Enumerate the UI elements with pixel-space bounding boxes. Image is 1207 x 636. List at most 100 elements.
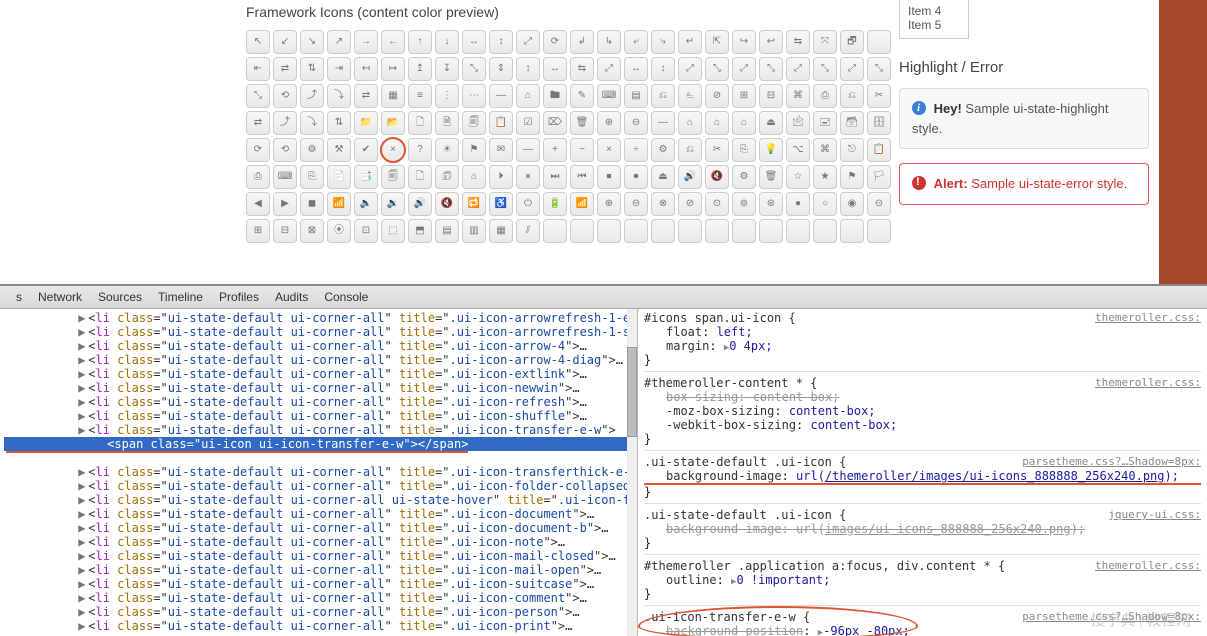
icon-button[interactable]: ↔ xyxy=(462,30,486,54)
icon-button[interactable] xyxy=(840,219,864,243)
icon-button[interactable]: ⎌ xyxy=(651,84,675,108)
dom-row[interactable]: ▶<li class="ui-state-default ui-corner-a… xyxy=(4,325,637,339)
devtools-tab[interactable]: Audits xyxy=(267,288,316,306)
icon-button[interactable]: ⊠ xyxy=(300,219,324,243)
icon-button[interactable]: ≡ xyxy=(408,84,432,108)
icon-button[interactable]: ⊞ xyxy=(246,219,270,243)
icon-button[interactable]: ⋮ xyxy=(435,84,459,108)
icon-button[interactable]: ⌂ xyxy=(678,111,702,135)
icon-button[interactable] xyxy=(867,219,891,243)
icon-button[interactable]: 🗄 xyxy=(867,111,891,135)
icon-button[interactable]: ⌂ xyxy=(732,111,756,135)
css-rule[interactable]: themeroller.css:#themeroller .applicatio… xyxy=(644,559,1201,601)
devtools-tab[interactable]: Sources xyxy=(90,288,150,306)
icon-button[interactable]: — xyxy=(516,138,540,162)
icon-button[interactable]: ↲ xyxy=(570,30,594,54)
icon-button[interactable]: ⎘ xyxy=(300,165,324,189)
icon-button[interactable]: ⊖ xyxy=(624,111,648,135)
dom-row[interactable]: ▶<li class="ui-state-default ui-corner-a… xyxy=(4,395,637,409)
icon-button[interactable]: 📄 xyxy=(327,165,351,189)
icon-button[interactable]: − xyxy=(570,138,594,162)
icon-button[interactable]: ⤢ xyxy=(786,57,810,81)
icon-button[interactable]: ⊞ xyxy=(732,84,756,108)
icon-button[interactable]: 🖄 xyxy=(786,111,810,135)
css-rule[interactable]: parsetheme.css?…Shadow=8px:.ui-state-def… xyxy=(644,455,1201,499)
dom-scrollbar[interactable] xyxy=(627,309,637,636)
dom-row[interactable]: ▶<li class="ui-state-default ui-corner-a… xyxy=(4,311,637,325)
icon-button[interactable]: ⊘ xyxy=(678,192,702,216)
icon-button[interactable]: ⏻ xyxy=(516,192,540,216)
icon-button[interactable]: ⊗ xyxy=(651,192,675,216)
icon-button[interactable]: ⤶ xyxy=(624,30,648,54)
icon-button[interactable]: ▤ xyxy=(624,84,648,108)
icon-button[interactable]: ↧ xyxy=(435,57,459,81)
icon-button[interactable]: ▤ xyxy=(435,219,459,243)
icon-button[interactable]: ⤴ xyxy=(273,111,297,135)
icon-button[interactable]: ⇅ xyxy=(300,57,324,81)
icon-button[interactable]: 🔇 xyxy=(435,192,459,216)
dom-row[interactable]: ▶<li class="ui-state-default ui-corner-a… xyxy=(4,479,637,493)
icon-button[interactable]: ↔ xyxy=(624,57,648,81)
icon-button[interactable]: 📑 xyxy=(354,165,378,189)
css-file-link[interactable]: parsetheme.css?…Shadow=8px: xyxy=(1022,455,1201,468)
icon-button[interactable]: → xyxy=(354,30,378,54)
icon-button[interactable]: 🗗 xyxy=(840,30,864,54)
icon-button[interactable]: ⏵ xyxy=(489,165,513,189)
dom-row[interactable]: ▶<li class="ui-state-default ui-corner-a… xyxy=(4,367,637,381)
dom-row[interactable]: ▶<li class="ui-state-default ui-corner-a… xyxy=(4,423,637,437)
icon-button[interactable]: ⊟ xyxy=(273,219,297,243)
css-file-link[interactable]: themeroller.css: xyxy=(1095,376,1201,389)
dom-row[interactable]: ▶<li class="ui-state-default ui-corner-a… xyxy=(4,409,637,423)
icon-button[interactable]: ⎘ xyxy=(732,138,756,162)
icon-button[interactable]: ⤷ xyxy=(651,30,675,54)
icon-button[interactable]: ★ xyxy=(813,165,837,189)
icon-button[interactable]: ↔ xyxy=(543,57,567,81)
dom-row[interactable]: ▶<li class="ui-state-default ui-corner-a… xyxy=(4,381,637,395)
icon-button[interactable]: ✔ xyxy=(354,138,378,162)
icon-button[interactable]: ▦ xyxy=(489,219,513,243)
icon-button[interactable]: ⊛ xyxy=(759,192,783,216)
listbox[interactable]: Item 4Item 5 xyxy=(899,0,969,39)
icon-button[interactable]: 📶 xyxy=(327,192,351,216)
icon-button[interactable]: ⤢ xyxy=(840,57,864,81)
icon-button[interactable]: ⊘ xyxy=(705,84,729,108)
icon-button[interactable]: 🏳 xyxy=(867,165,891,189)
icon-button[interactable]: ⌂ xyxy=(462,165,486,189)
icon-button[interactable]: ↩ xyxy=(759,30,783,54)
icon-button[interactable]: ⤴ xyxy=(300,84,324,108)
icon-button[interactable]: ☆ xyxy=(786,165,810,189)
icon-button[interactable]: ⦿ xyxy=(327,219,351,243)
icon-button[interactable] xyxy=(759,219,783,243)
icon-button[interactable]: — xyxy=(651,111,675,135)
icon-button[interactable]: 📁 xyxy=(354,111,378,135)
icon-button[interactable]: ◉ xyxy=(840,192,864,216)
icon-button[interactable] xyxy=(786,219,810,243)
css-file-link[interactable]: jquery-ui.css: xyxy=(1108,508,1201,521)
icon-button[interactable]: ◀ xyxy=(246,192,270,216)
styles-pane[interactable]: themeroller.css:#icons span.ui-icon {flo… xyxy=(638,309,1207,636)
css-rule[interactable]: themeroller.css:#themeroller-content * {… xyxy=(644,376,1201,446)
icon-button[interactable]: 🔈 xyxy=(354,192,378,216)
icon-button[interactable]: ● xyxy=(786,192,810,216)
icon-button[interactable]: 🔊 xyxy=(678,165,702,189)
icon-button[interactable]: ⇆ xyxy=(786,30,810,54)
icon-button[interactable]: ⏭ xyxy=(543,165,567,189)
icon-button[interactable]: ⤡ xyxy=(813,57,837,81)
icon-button[interactable]: ⏸ xyxy=(516,165,540,189)
icon-button[interactable]: ⤢ xyxy=(516,30,540,54)
icon-button[interactable]: ⊕ xyxy=(597,192,621,216)
icon-button[interactable]: ⎙ xyxy=(246,165,270,189)
icon-button[interactable]: 🔋 xyxy=(543,192,567,216)
icon-button[interactable] xyxy=(570,219,594,243)
dom-row[interactable]: ▶<li class="ui-state-default ui-corner-a… xyxy=(4,521,637,535)
icon-button[interactable]: ⤧ xyxy=(813,30,837,54)
icon-button[interactable]: ⏮ xyxy=(570,165,594,189)
icon-button[interactable]: ↓ xyxy=(435,30,459,54)
dom-row[interactable]: <span class="ui-icon ui-icon-transfer-e-… xyxy=(4,437,637,451)
icon-button[interactable]: ⊖ xyxy=(624,192,648,216)
icon-button[interactable]: ⤡ xyxy=(462,57,486,81)
dom-row[interactable]: ▶<li class="ui-state-default ui-corner-a… xyxy=(4,493,637,507)
icon-button[interactable]: ⤢ xyxy=(597,57,621,81)
icon-button[interactable]: 🗑 xyxy=(570,111,594,135)
list-item[interactable]: Item 4 xyxy=(908,4,960,18)
